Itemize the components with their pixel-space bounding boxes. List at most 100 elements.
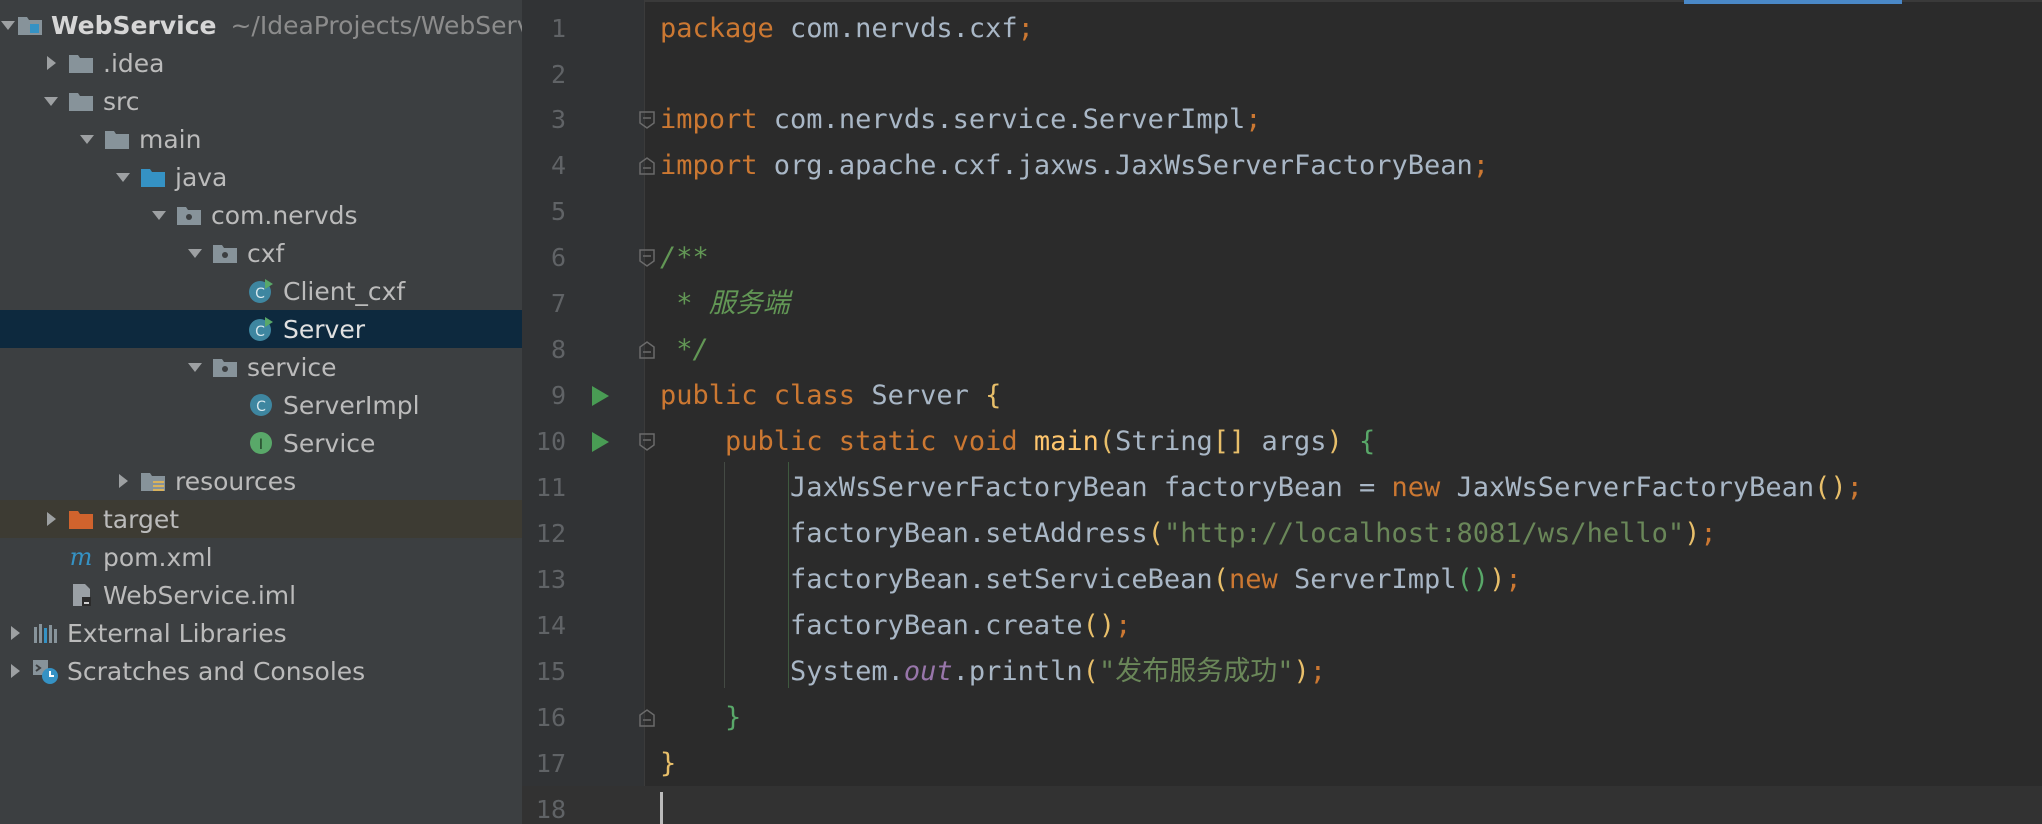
project-path: ~/IdeaProjects/WebService <box>230 10 522 40</box>
code-line[interactable]: public class Server { <box>660 373 1001 419</box>
code-line[interactable]: System.out.println("发布服务成功"); <box>660 649 1326 695</box>
code-token: ; <box>1245 104 1262 135</box>
tree-item-cxf[interactable]: cxf <box>0 234 522 272</box>
tree-item-main[interactable]: main <box>0 120 522 158</box>
tree-item-com-nervds[interactable]: com.nervds <box>0 196 522 234</box>
collapse-arrow-icon[interactable] <box>108 462 138 500</box>
tree-item-label: WebService <box>51 10 217 40</box>
tree-item-label: resources <box>175 466 297 496</box>
line-number: 3 <box>550 105 566 134</box>
code-line[interactable]: factoryBean.setServiceBean(new ServerImp… <box>660 557 1522 603</box>
tree-item-webservice-iml[interactable]: WebService.iml <box>0 576 522 614</box>
tree-item-label: ServerImpl <box>283 390 420 420</box>
excluded-folder-icon <box>66 500 96 538</box>
code-token: public class <box>660 380 872 411</box>
tree-item-label: com.nervds <box>211 200 358 230</box>
expand-arrow-icon[interactable] <box>0 6 16 44</box>
collapse-arrow-icon[interactable] <box>36 44 66 82</box>
tree-item-label: pom.xml <box>103 542 213 572</box>
line-number: 9 <box>550 381 566 410</box>
code-token: * 服务端 <box>660 288 790 319</box>
tree-item-label: service <box>247 352 337 382</box>
code-line[interactable]: * 服务端 <box>660 281 790 327</box>
code-line[interactable]: } <box>660 695 741 741</box>
tree-item-target[interactable]: target <box>0 500 522 538</box>
collapse-arrow-icon[interactable] <box>36 500 66 538</box>
expand-arrow-icon[interactable] <box>180 234 210 272</box>
expand-arrow-icon[interactable] <box>72 120 102 158</box>
code-token: package <box>660 13 791 44</box>
tree-item-service-package[interactable]: service <box>0 348 522 386</box>
fold-start-icon[interactable] <box>638 110 656 130</box>
code-token: ( <box>1098 426 1116 457</box>
code-token: JaxWsServerFactoryBean factoryBean = <box>660 472 1392 503</box>
code-line[interactable]: factoryBean.create(); <box>660 603 1131 649</box>
package-icon <box>174 196 204 234</box>
code-token: ; <box>1115 610 1132 641</box>
line-number: 14 <box>535 611 566 640</box>
code-token: /** <box>660 242 709 273</box>
line-number: 7 <box>550 289 566 318</box>
tree-item-label: Client_cxf <box>283 276 406 306</box>
collapse-arrow-icon[interactable] <box>0 652 30 690</box>
tree-item-server[interactable]: C Server <box>0 310 522 348</box>
folder-icon <box>102 120 132 158</box>
code-token: "发布服务成功" <box>1098 656 1294 687</box>
code-line[interactable]: } <box>660 741 676 787</box>
code-token: ; <box>1505 564 1522 595</box>
fold-start-icon[interactable] <box>638 248 656 268</box>
tree-item-label: Service <box>283 428 376 458</box>
code-line[interactable]: import com.nervds.service.ServerImpl; <box>660 97 1261 143</box>
expand-arrow-icon[interactable] <box>108 158 138 196</box>
run-icon[interactable] <box>588 384 612 408</box>
code-line[interactable]: JaxWsServerFactoryBean factoryBean = new… <box>660 465 1863 511</box>
expand-arrow-icon[interactable] <box>144 196 174 234</box>
tree-item-serverimpl[interactable]: C ServerImpl <box>0 386 522 424</box>
code-token: ) <box>1293 656 1310 687</box>
tree-item-pom-xml[interactable]: m pom.xml <box>0 538 522 576</box>
line-number: 11 <box>535 473 566 502</box>
tree-item-scratches[interactable]: Scratches and Consoles <box>0 652 522 690</box>
resources-folder-icon <box>138 462 168 500</box>
code-token: } <box>660 748 677 779</box>
code-token: ; <box>1700 518 1717 549</box>
code-line[interactable]: package com.nervds.cxf; <box>660 6 1034 52</box>
scratches-icon <box>30 652 60 690</box>
active-tab-indicator <box>1684 0 1902 4</box>
svg-text:I: I <box>259 437 263 453</box>
tree-item-client-cxf[interactable]: C Client_cxf <box>0 272 522 310</box>
fold-start-icon[interactable] <box>638 432 656 452</box>
runnable-class-icon: C <box>246 310 276 348</box>
fold-end-icon[interactable] <box>638 340 656 360</box>
text-caret <box>660 792 663 824</box>
code-token: ; <box>1017 13 1034 44</box>
fold-end-icon[interactable] <box>638 708 656 728</box>
tree-item-webservice[interactable]: WebService ~/IdeaProjects/WebService <box>0 6 522 44</box>
code-line[interactable]: import org.apache.cxf.jaxws.JaxWsServerF… <box>660 143 1489 189</box>
expand-arrow-icon[interactable] <box>36 82 66 120</box>
line-number: 6 <box>550 243 566 272</box>
run-icon[interactable] <box>588 430 612 454</box>
tree-item-label: java <box>175 162 228 192</box>
tree-item-src[interactable]: src <box>0 82 522 120</box>
expand-arrow-icon[interactable] <box>180 348 210 386</box>
collapse-arrow-icon[interactable] <box>0 614 30 652</box>
code-token: () <box>1082 610 1116 641</box>
code-line[interactable]: factoryBean.setAddress("http://localhost… <box>660 511 1717 557</box>
fold-end-icon[interactable] <box>638 156 656 176</box>
runnable-class-icon: C <box>246 272 276 310</box>
line-number: 10 <box>535 427 566 456</box>
tree-item-label: main <box>139 124 202 154</box>
code-line[interactable]: public static void main(String[] args) { <box>660 419 1375 465</box>
tree-item-service-interface[interactable]: I Service <box>0 424 522 462</box>
code-token: () <box>1456 564 1490 595</box>
tree-item-java[interactable]: java <box>0 158 522 196</box>
code-line[interactable]: */ <box>660 327 709 373</box>
code-token: ) <box>1326 426 1360 457</box>
code-editor[interactable]: 1 2 3 4 5 6 7 8 9 10 11 12 13 14 15 16 1… <box>522 0 2042 824</box>
code-line[interactable]: /** <box>660 235 709 281</box>
tree-item-resources[interactable]: resources <box>0 462 522 500</box>
tree-item-external-libraries[interactable]: External Libraries <box>0 614 522 652</box>
folder-icon <box>66 82 96 120</box>
tree-item-idea[interactable]: .idea <box>0 44 522 82</box>
